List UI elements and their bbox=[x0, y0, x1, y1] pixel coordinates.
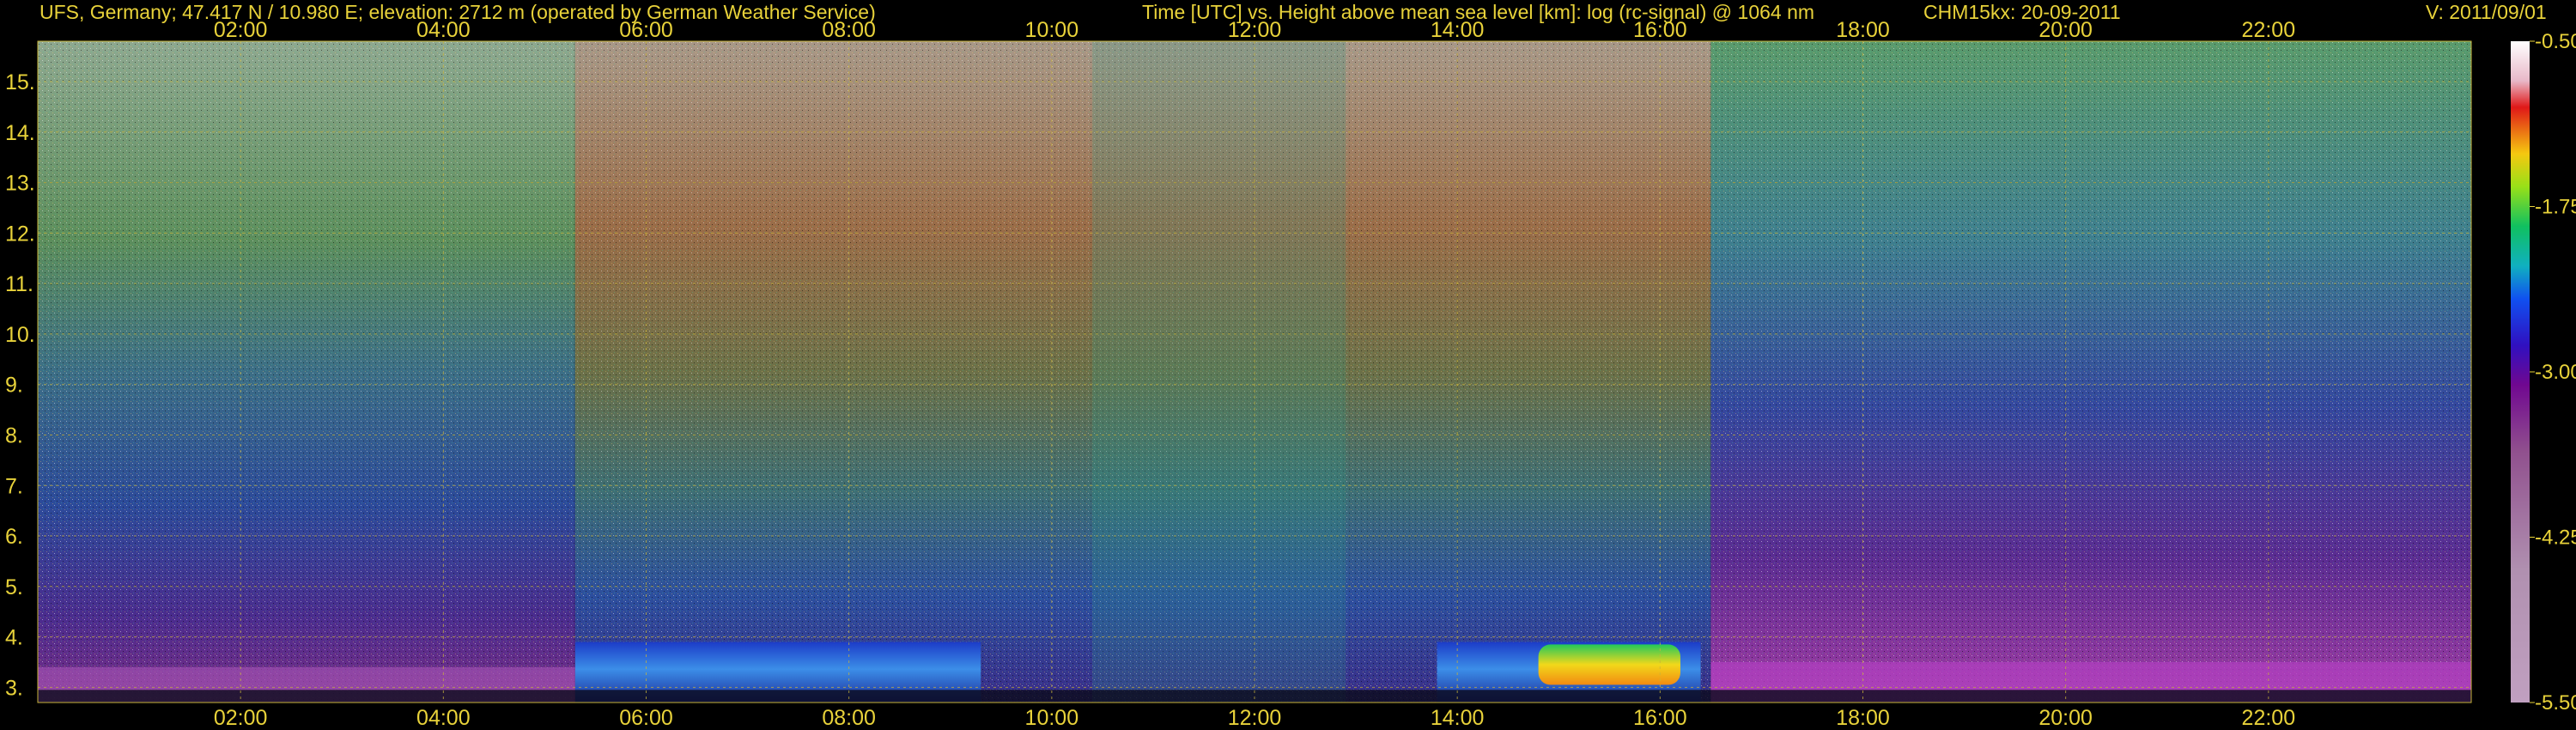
x-tick-label-top: 22:00 bbox=[2242, 18, 2296, 42]
y-tick-label: 5. bbox=[5, 575, 23, 599]
y-tick-label: 4. bbox=[5, 626, 23, 650]
colorbar-tick-label: -0.50 bbox=[2535, 30, 2576, 53]
x-tick-label-bottom: 08:00 bbox=[822, 706, 876, 730]
strong-signal-region bbox=[1538, 644, 1680, 685]
x-tick-label-top: 08:00 bbox=[822, 18, 876, 42]
colorbar bbox=[2511, 41, 2530, 703]
x-tick-label-top: 04:00 bbox=[416, 18, 471, 42]
x-tick-label-bottom: 06:00 bbox=[619, 706, 673, 730]
y-tick-label: 15. bbox=[5, 70, 35, 94]
colorbar-tick-label: -5.50 bbox=[2535, 691, 2576, 715]
x-tick-label-top: 10:00 bbox=[1025, 18, 1079, 42]
y-tick-label: 10. bbox=[5, 323, 35, 347]
x-tick-label-bottom: 22:00 bbox=[2242, 706, 2296, 730]
x-tick-label-bottom: 20:00 bbox=[2038, 706, 2093, 730]
colorbar-tick-label: -1.75 bbox=[2535, 196, 2576, 219]
y-tick-label: 13. bbox=[5, 172, 35, 196]
x-tick-label-top: 14:00 bbox=[1431, 18, 1485, 42]
x-tick-label-bottom: 12:00 bbox=[1228, 706, 1282, 730]
x-tick-label-top: 20:00 bbox=[2038, 18, 2093, 42]
x-tick-label-bottom: 18:00 bbox=[1836, 706, 1890, 730]
y-tick-label: 6. bbox=[5, 525, 23, 549]
y-tick-label: 11. bbox=[5, 272, 33, 296]
x-tick-label-top: 06:00 bbox=[619, 18, 673, 42]
y-tick-label: 8. bbox=[5, 423, 23, 447]
x-tick-label-bottom: 16:00 bbox=[1633, 706, 1687, 730]
y-tick-label: 7. bbox=[5, 474, 23, 498]
x-tick-label-bottom: 04:00 bbox=[416, 706, 471, 730]
y-tick-label: 3. bbox=[5, 676, 23, 700]
y-tick-label: 14. bbox=[5, 121, 35, 145]
colorbar-tick-label: -3.00 bbox=[2535, 361, 2576, 384]
x-tick-label-bottom: 14:00 bbox=[1431, 706, 1485, 730]
x-tick-label-bottom: 02:00 bbox=[214, 706, 268, 730]
x-tick-label-top: 12:00 bbox=[1228, 18, 1282, 42]
x-tick-label-top: 02:00 bbox=[214, 18, 268, 42]
x-tick-label-bottom: 10:00 bbox=[1025, 706, 1079, 730]
y-tick-label: 12. bbox=[5, 222, 35, 246]
colorbar-tick-label: -4.25 bbox=[2535, 526, 2576, 550]
x-tick-label-top: 16:00 bbox=[1633, 18, 1687, 42]
lidar-heatmap-chart: 02:00 02:00 04:00 04:00 06:00 06:00 08:00 08:00… bbox=[5, 18, 2576, 730]
y-tick-label: 9. bbox=[5, 374, 23, 398]
signal-curtain-region bbox=[1092, 41, 1346, 703]
x-tick-label-top: 18:00 bbox=[1836, 18, 1890, 42]
